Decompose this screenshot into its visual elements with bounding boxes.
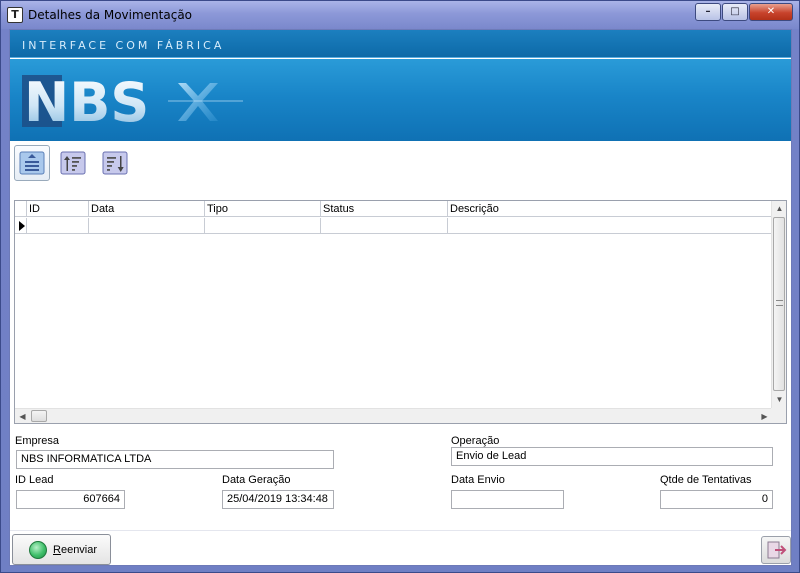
close-icon[interactable]: ✕ <box>749 3 793 21</box>
operacao-field[interactable]: Envio de Lead <box>451 447 773 466</box>
window-title: Detalhes da Movimentação <box>28 8 193 22</box>
current-row-indicator-icon <box>19 221 25 231</box>
scrollbar-corner <box>771 408 786 423</box>
cell-status[interactable] <box>321 218 448 234</box>
tentativas-field[interactable]: 0 <box>660 490 773 509</box>
column-header-data[interactable]: Data <box>89 201 205 217</box>
vertical-scroll-thumb[interactable] <box>773 217 785 391</box>
sort-ascending-button[interactable] <box>57 147 89 179</box>
column-header-id[interactable]: ID <box>27 201 89 217</box>
vertical-scrollbar[interactable]: ▲ ▼ <box>771 201 786 408</box>
horizontal-scroll-thumb[interactable] <box>31 410 47 422</box>
list-view-icon <box>19 151 45 175</box>
reenviar-button-label: Reenviar <box>53 543 98 556</box>
cell-data[interactable] <box>89 218 205 234</box>
data-envio-field[interactable] <box>451 490 564 509</box>
scroll-up-arrow-icon[interactable]: ▲ <box>772 204 787 213</box>
banner-caption: INTERFACE COM FÁBRICA <box>22 39 225 52</box>
movements-grid[interactable]: ID Data Tipo Status Descrição ▲ ▼ ◀ ▶ <box>14 200 787 424</box>
list-view-button[interactable] <box>14 145 50 181</box>
cell-descricao[interactable] <box>448 218 772 234</box>
exit-button[interactable] <box>761 536 791 564</box>
cell-id[interactable] <box>27 218 89 234</box>
column-header-descricao[interactable]: Descrição <box>448 201 772 217</box>
sort-ascending-icon <box>60 151 86 175</box>
table-row[interactable] <box>15 218 772 234</box>
grid-header: ID Data Tipo Status Descrição <box>15 201 772 217</box>
maximize-icon[interactable]: □ <box>722 3 748 21</box>
header-banner: NBS <box>10 59 791 141</box>
data-geracao-label: Data Geração <box>222 474 291 486</box>
reenviar-button[interactable]: Reenviar <box>12 534 111 565</box>
horizontal-scrollbar[interactable]: ◀ ▶ <box>15 408 772 423</box>
app-window: T Detalhes da Movimentação – □ ✕ INTERFA… <box>0 0 800 573</box>
data-geracao-field[interactable]: 25/04/2019 13:34:48 <box>222 490 334 509</box>
indicator-column-header <box>15 201 27 217</box>
id-lead-field[interactable]: 607664 <box>16 490 125 509</box>
logo-text: NBS <box>24 71 149 134</box>
row-indicator-cell <box>15 218 27 234</box>
minimize-icon[interactable]: – <box>695 3 721 21</box>
nbs-logo: NBS <box>22 71 243 134</box>
tentativas-label: Qtde de Tentativas <box>660 474 752 486</box>
scroll-right-arrow-icon[interactable]: ▶ <box>757 412 772 421</box>
column-header-tipo[interactable]: Tipo <box>205 201 321 217</box>
toolbar <box>10 143 791 183</box>
title-bar[interactable]: T Detalhes da Movimentação – □ ✕ <box>1 1 799 29</box>
banner-caption-strip: INTERFACE COM FÁBRICA <box>10 30 791 58</box>
id-lead-label: ID Lead <box>15 474 54 486</box>
column-header-status[interactable]: Status <box>321 201 448 217</box>
cell-tipo[interactable] <box>205 218 321 234</box>
sort-descending-icon <box>102 151 128 175</box>
exit-door-icon <box>767 541 787 559</box>
data-envio-label: Data Envio <box>451 474 505 486</box>
empresa-field[interactable]: NBS INFORMATICA LTDA <box>16 450 334 469</box>
scroll-down-arrow-icon[interactable]: ▼ <box>772 395 787 404</box>
resend-ok-icon <box>29 540 47 559</box>
empresa-label: Empresa <box>15 435 60 447</box>
operacao-label: Operação <box>451 435 500 447</box>
window-client-area: INTERFACE COM FÁBRICA NBS ID Data Tipo S… <box>9 29 792 566</box>
bottom-action-bar: Reenviar <box>10 530 791 565</box>
scroll-left-arrow-icon[interactable]: ◀ <box>15 412 30 421</box>
tf-app-icon[interactable]: T <box>7 7 23 23</box>
sort-descending-button[interactable] <box>99 147 131 179</box>
